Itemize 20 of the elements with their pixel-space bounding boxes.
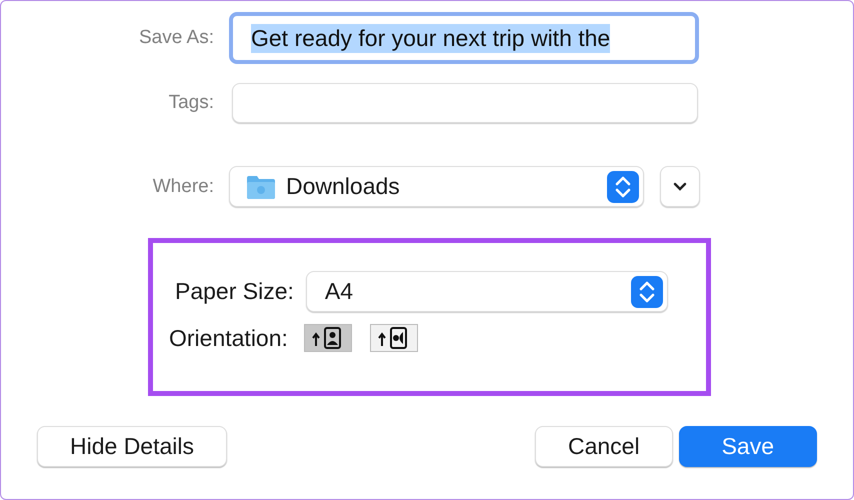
paper-size-popup[interactable]: A4 (306, 271, 668, 312)
location-popup[interactable]: Downloads (229, 166, 644, 207)
orientation-button[interactable] (304, 324, 352, 352)
stepper-icon (630, 276, 663, 308)
tags-field[interactable] (232, 83, 698, 123)
field-label: Paper Size: (174, 278, 295, 305)
chevron-icon (673, 182, 687, 192)
field-label: Save As: (138, 27, 215, 49)
save-button[interactable]: Save (678, 426, 817, 467)
dialog-button[interactable]: Hide Details (37, 426, 227, 467)
field-label: Where: (152, 176, 215, 198)
folder-icon (246, 174, 276, 200)
filename-text: Get ready for your next trip with the (251, 24, 610, 52)
orientation-button[interactable] (370, 324, 418, 352)
dialog-button[interactable]: Cancel (534, 426, 673, 467)
field-label: Orientation: (169, 324, 289, 352)
expand-button[interactable] (660, 166, 700, 207)
filename-field[interactable]: Get ready for your next trip with the (229, 12, 699, 64)
field-label: Tags: (168, 92, 215, 114)
stepper-icon (607, 170, 639, 202)
